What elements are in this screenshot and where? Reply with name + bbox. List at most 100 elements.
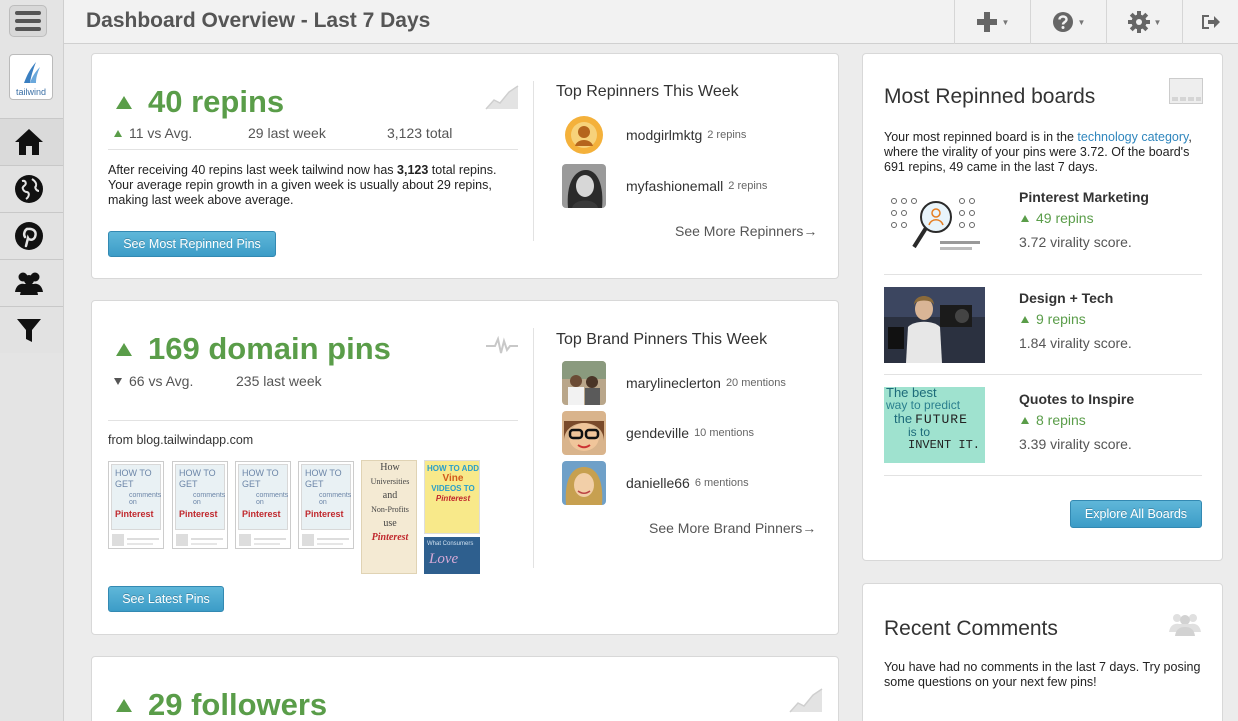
brand-pinner-name[interactable]: danielle66 bbox=[626, 475, 690, 491]
repinner-row[interactable]: modgirlmktg 2 repins bbox=[562, 113, 746, 157]
repinner-row[interactable]: myfashionemall 2 repins bbox=[562, 164, 767, 208]
trend-up-small-icon bbox=[1021, 315, 1029, 323]
avatar bbox=[562, 461, 606, 505]
recent-comments-text: You have had no comments in the last 7 d… bbox=[884, 660, 1201, 689]
board-repins: 8 repins bbox=[1021, 412, 1086, 428]
page-title: Dashboard Overview - Last 7 Days bbox=[86, 9, 431, 32]
recent-comments-card: Recent Comments You have had no comments… bbox=[862, 583, 1223, 721]
pin-thumbnail[interactable]: HOW TO GET comments on Pinterest bbox=[235, 461, 291, 549]
domain-pins-metric-value: 169 domain pins bbox=[148, 331, 391, 366]
pin-thumbnail[interactable]: How Universities and Non-Profits use Pin… bbox=[361, 460, 417, 574]
pin-thumbnail[interactable]: HOW TO ADD Vine VIDEOS TO Pinterest bbox=[424, 460, 480, 534]
help-menu-button[interactable]: ▼ bbox=[1030, 0, 1106, 44]
settings-menu-button[interactable]: ▼ bbox=[1106, 0, 1182, 44]
domain-pins-vs-avg-value: 66 vs Avg. bbox=[129, 373, 194, 389]
divider bbox=[108, 420, 518, 421]
trend-down-small-icon bbox=[114, 377, 122, 385]
board-thumbnail[interactable] bbox=[884, 187, 985, 263]
board-name[interactable]: Pinterest Marketing bbox=[1019, 189, 1149, 205]
pin-text: Vine bbox=[442, 473, 464, 484]
brand-pinner-count: 10 mentions bbox=[694, 427, 754, 439]
repinner-name[interactable]: myfashionemall bbox=[626, 178, 723, 194]
pin-title: HOW TO bbox=[305, 468, 342, 478]
divider bbox=[884, 374, 1202, 375]
brand-pinner-count: 6 mentions bbox=[694, 477, 749, 489]
board-virality-score: 3.39 virality score. bbox=[1019, 436, 1132, 452]
explore-all-boards-button[interactable]: Explore All Boards bbox=[1070, 500, 1202, 528]
sidebar-item-home[interactable] bbox=[0, 118, 63, 165]
pin-text: Non-Profits bbox=[371, 505, 409, 514]
boards-description-pre: Your most repinned board is in the bbox=[884, 130, 1078, 144]
board-name[interactable]: Design + Tech bbox=[1019, 290, 1113, 306]
brand-pinner-name[interactable]: gendeville bbox=[626, 425, 689, 441]
repins-vs-avg-value: 11 vs Avg. bbox=[129, 125, 193, 141]
see-more-brand-pinners-link[interactable]: See More Brand Pinners→ bbox=[649, 520, 816, 536]
board-name[interactable]: Quotes to Inspire bbox=[1019, 391, 1134, 407]
sidebar-item-audience[interactable] bbox=[0, 259, 63, 306]
trend-up-small-icon bbox=[1021, 416, 1029, 424]
repinner-name[interactable]: modgirlmktg bbox=[626, 127, 702, 143]
pin-thumbnail[interactable]: HOW TO GET comments on Pinterest bbox=[108, 461, 164, 549]
sidebar-nav bbox=[0, 118, 64, 353]
pin-brand: Pinterest bbox=[242, 509, 281, 519]
help-icon bbox=[1052, 12, 1073, 32]
pin-text: Universities bbox=[370, 477, 410, 486]
see-latest-pins-button[interactable]: See Latest Pins bbox=[108, 586, 224, 612]
users-icon bbox=[1169, 614, 1201, 636]
pin-text: use bbox=[383, 518, 397, 529]
pin-thumbnail[interactable]: What Consumers Love bbox=[424, 537, 480, 574]
gear-icon bbox=[1127, 11, 1150, 33]
sidebar-item-filter[interactable] bbox=[0, 306, 63, 353]
pin-title: GET bbox=[305, 479, 324, 489]
board-repins-value: 49 repins bbox=[1036, 210, 1094, 226]
see-more-repinners-link[interactable]: See More Repinners→ bbox=[675, 223, 817, 239]
board-thumbnail[interactable] bbox=[884, 287, 985, 363]
pin-thumbnail[interactable]: HOW TO GET comments on Pinterest bbox=[172, 461, 228, 549]
repins-card: 40 repins 11 vs Avg. 29 last week 3,123 … bbox=[91, 53, 839, 279]
top-actions: ▼ ▼ ▼ bbox=[954, 0, 1238, 44]
column-divider bbox=[533, 81, 534, 241]
repins-metric-value: 40 repins bbox=[148, 84, 285, 119]
see-most-repinned-pins-button[interactable]: See Most Repinned Pins bbox=[108, 231, 276, 257]
followers-metric: 29 followers bbox=[116, 687, 327, 721]
board-repins: 9 repins bbox=[1021, 311, 1086, 327]
technology-category-link[interactable]: technology category bbox=[1077, 130, 1188, 144]
repins-metric: 40 repins bbox=[116, 84, 284, 120]
pulse-graph-icon bbox=[486, 336, 518, 354]
pin-title: HOW TO bbox=[115, 468, 152, 478]
pin-text: VIDEOS TO bbox=[431, 484, 475, 493]
trend-graph-icon bbox=[789, 688, 823, 713]
quote-text: the bbox=[894, 411, 913, 426]
pin-title: GET bbox=[179, 479, 198, 489]
domain-pins-last-week: 235 last week bbox=[236, 373, 322, 389]
board-virality-score: 3.72 virality score. bbox=[1019, 234, 1132, 250]
avatar bbox=[562, 113, 606, 157]
divider bbox=[884, 274, 1202, 275]
pin-thumbnail[interactable]: HOW TO GET comments on Pinterest bbox=[298, 461, 354, 549]
followers-metric-value: 29 followers bbox=[148, 687, 328, 721]
brand-pinner-row[interactable]: gendeville 10 mentions bbox=[562, 411, 754, 455]
logout-button[interactable] bbox=[1182, 0, 1238, 44]
brand-pinner-count: 20 mentions bbox=[725, 377, 786, 389]
brand-pinner-row[interactable]: marylineclerton 20 mentions bbox=[562, 361, 786, 405]
trend-up-icon bbox=[116, 342, 132, 356]
board-thumbnail[interactable]: The best way to predict the FUTURE is to… bbox=[884, 387, 985, 463]
domain-pins-vs-avg: 66 vs Avg. bbox=[114, 373, 193, 389]
domain-source: from blog.tailwindapp.com bbox=[108, 433, 254, 447]
top-bar: Dashboard Overview - Last 7 Days ▼ ▼ ▼ bbox=[64, 0, 1238, 44]
column-divider bbox=[533, 328, 534, 568]
tailwind-logo[interactable]: tailwind bbox=[9, 54, 53, 100]
recent-comments-title: Recent Comments bbox=[884, 617, 1058, 640]
brand-pinner-row[interactable]: danielle66 6 mentions bbox=[562, 461, 749, 505]
pin-title: GET bbox=[242, 479, 261, 489]
filter-icon bbox=[17, 319, 41, 342]
tailwind-wing-icon bbox=[24, 62, 40, 83]
sidebar-item-globe[interactable] bbox=[0, 165, 63, 212]
add-menu-button[interactable]: ▼ bbox=[954, 0, 1030, 44]
trend-up-icon bbox=[116, 95, 132, 109]
menu-toggle-button[interactable] bbox=[9, 5, 47, 37]
board-repins-value: 9 repins bbox=[1036, 311, 1086, 327]
sidebar-item-pinterest[interactable] bbox=[0, 212, 63, 259]
brand-pinner-name[interactable]: marylineclerton bbox=[626, 375, 721, 391]
board-grid-icon bbox=[1169, 78, 1203, 104]
